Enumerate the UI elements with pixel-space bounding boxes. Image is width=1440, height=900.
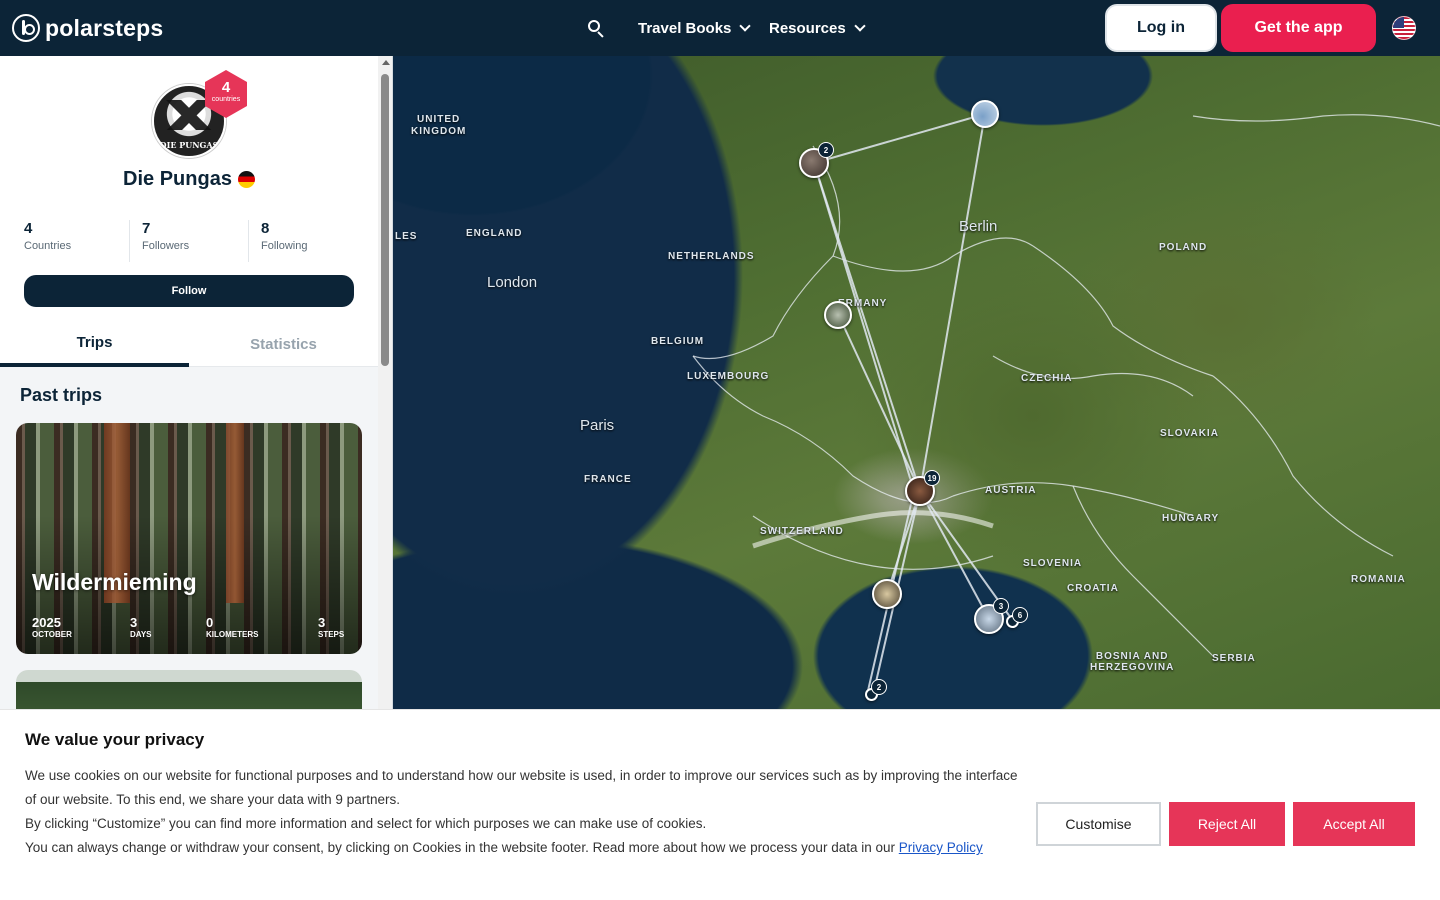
trip-stat-label: KILOMETERS <box>206 630 259 639</box>
map-label-switzerland: SWITZERLAND <box>760 526 844 537</box>
travel-map[interactable]: UNITED KINGDOM LES ENGLAND London NETHER… <box>393 56 1440 709</box>
map-label-romania: ROMANIA <box>1351 574 1406 585</box>
nav-resources[interactable]: Resources <box>769 0 866 56</box>
cookie-consent-banner: We value your privacy We use cookies on … <box>0 709 1440 900</box>
stat-followers[interactable]: 7 Followers <box>142 220 189 262</box>
map-label-luxembourg: LUXEMBOURG <box>687 371 770 382</box>
map-label-belgium: BELGIUM <box>651 336 705 347</box>
cookie-title: We value your privacy <box>25 730 205 749</box>
country-borders <box>692 114 1440 657</box>
trip-stat-value: 3 <box>318 615 326 630</box>
brand-name: polarsteps <box>45 14 164 41</box>
avatar-caption: DIE PUNGAS <box>159 140 219 150</box>
map-label-austria: AUSTRIA <box>985 485 1037 496</box>
stat-divider <box>248 220 249 262</box>
profile-tabs: Trips Statistics <box>0 322 378 367</box>
trip-card[interactable]: Wildermieming 2025 OCTOBER 3 DAYS 0 KILO… <box>16 423 362 654</box>
stat-value: 7 <box>142 220 151 237</box>
map-label-london: London <box>487 274 538 291</box>
profile-name-text: Die Pungas <box>123 168 232 190</box>
profile-stats: 4 Countries 7 Followers 8 Following <box>24 220 354 264</box>
tab-statistics[interactable]: Statistics <box>189 322 378 367</box>
nav-travel-books-label: Travel Books <box>638 19 732 37</box>
nav-travel-books[interactable]: Travel Books <box>638 0 752 56</box>
map-label-slovakia: SLOVAKIA <box>1160 428 1219 439</box>
countries-badge-label: countries <box>211 96 241 103</box>
stat-divider <box>129 220 130 262</box>
cookie-text-line: By clicking “Customize” you can find mor… <box>25 816 707 831</box>
map-step-pin[interactable] <box>824 301 852 329</box>
polarsteps-logo[interactable]: polarsteps <box>12 13 163 43</box>
trip-stat-kilometers: 0 KILOMETERS <box>206 616 258 640</box>
map-label-berlin: Berlin <box>959 218 998 235</box>
trip-stat-label: DAYS <box>130 630 152 639</box>
stat-following[interactable]: 8 Following <box>261 220 307 262</box>
trip-stat-value: 3 <box>130 615 138 630</box>
trip-photo-detail <box>226 423 244 603</box>
trip-stat-days: 3 DAYS <box>130 616 152 640</box>
cookie-text-line: You can always change or withdraw your c… <box>25 836 1025 860</box>
map-label-les: LES <box>395 231 418 242</box>
stat-value: 4 <box>24 220 33 237</box>
trip-stat-date: 2025 OCTOBER <box>32 616 72 640</box>
search-icon[interactable] <box>586 18 606 38</box>
privacy-policy-link[interactable]: Privacy Policy <box>899 840 983 855</box>
scroll-up-arrow-icon[interactable] <box>382 60 390 65</box>
map-label-croatia: CROATIA <box>1067 583 1119 594</box>
map-label-united-kingdom: UNITED KINGDOM <box>411 114 467 137</box>
polarsteps-logo-icon <box>12 14 40 42</box>
past-trips-heading: Past trips <box>20 385 103 405</box>
accept-all-button[interactable]: Accept All <box>1293 802 1415 846</box>
stat-value: 8 <box>261 220 270 237</box>
countries-badge-value: 4 <box>221 79 231 96</box>
trip-stat-value: 0 <box>206 615 214 630</box>
map-step-pin[interactable] <box>971 100 999 128</box>
us-flag-icon[interactable] <box>1392 16 1416 40</box>
cookie-text-line: We use cookies on our website for functi… <box>25 768 1018 807</box>
trip-stat-label: STEPS <box>318 630 345 639</box>
map-label-france: FRANCE <box>584 474 632 485</box>
map-label-bosnia: BOSNIA AND HERZEGOVINA <box>1090 651 1175 673</box>
map-label-slovenia: SLOVENIA <box>1023 558 1083 569</box>
trip-stat-value: 2025 <box>32 615 61 630</box>
nav-resources-label: Resources <box>769 19 846 37</box>
top-navigation: polarsteps Travel Books Resources Log in… <box>0 0 1440 56</box>
pin-step-count: 2 <box>871 679 887 695</box>
map-label-england: ENGLAND <box>466 228 523 239</box>
map-label-serbia: SERBIA <box>1212 653 1256 664</box>
trip-title: Wildermieming <box>32 569 197 595</box>
trip-stat-steps: 3 STEPS <box>318 616 344 640</box>
stat-label: Countries <box>24 240 72 252</box>
pin-step-count: 2 <box>818 142 834 158</box>
map-label-netherlands: NETHERLANDS <box>668 251 755 262</box>
germany-flag-icon <box>237 171 255 188</box>
map-step-pin[interactable] <box>872 579 902 609</box>
chevron-down-icon <box>854 20 866 32</box>
map-label-hungary: HUNGARY <box>1162 513 1220 524</box>
follow-button[interactable]: Follow <box>24 275 354 307</box>
map-label-paris: Paris <box>580 417 615 434</box>
map-label-czechia: CZECHIA <box>1021 373 1073 384</box>
pin-step-count: 19 <box>924 470 940 486</box>
stat-label: Following <box>261 240 308 252</box>
stat-countries[interactable]: 4 Countries <box>24 220 71 262</box>
map-borders-and-routes <box>692 113 1440 696</box>
chevron-down-icon <box>739 20 752 32</box>
login-button[interactable]: Log in <box>1105 4 1217 52</box>
cookie-body: We use cookies on our website for functi… <box>25 764 1025 860</box>
cookie-text-line-3: You can always change or withdraw your c… <box>25 840 895 855</box>
profile-name: Die Pungas <box>0 168 378 191</box>
stat-label: Followers <box>142 240 190 252</box>
scrollbar-thumb[interactable] <box>381 74 389 366</box>
pin-step-count: 6 <box>1012 607 1028 623</box>
reject-all-button[interactable]: Reject All <box>1169 802 1285 846</box>
tab-trips[interactable]: Trips <box>0 322 189 367</box>
get-the-app-button[interactable]: Get the app <box>1221 4 1376 52</box>
pin-step-count: 3 <box>993 598 1009 614</box>
customise-button[interactable]: Customise <box>1036 802 1161 846</box>
map-label-poland: POLAND <box>1159 242 1208 253</box>
trip-stat-label: OCTOBER <box>32 630 72 639</box>
